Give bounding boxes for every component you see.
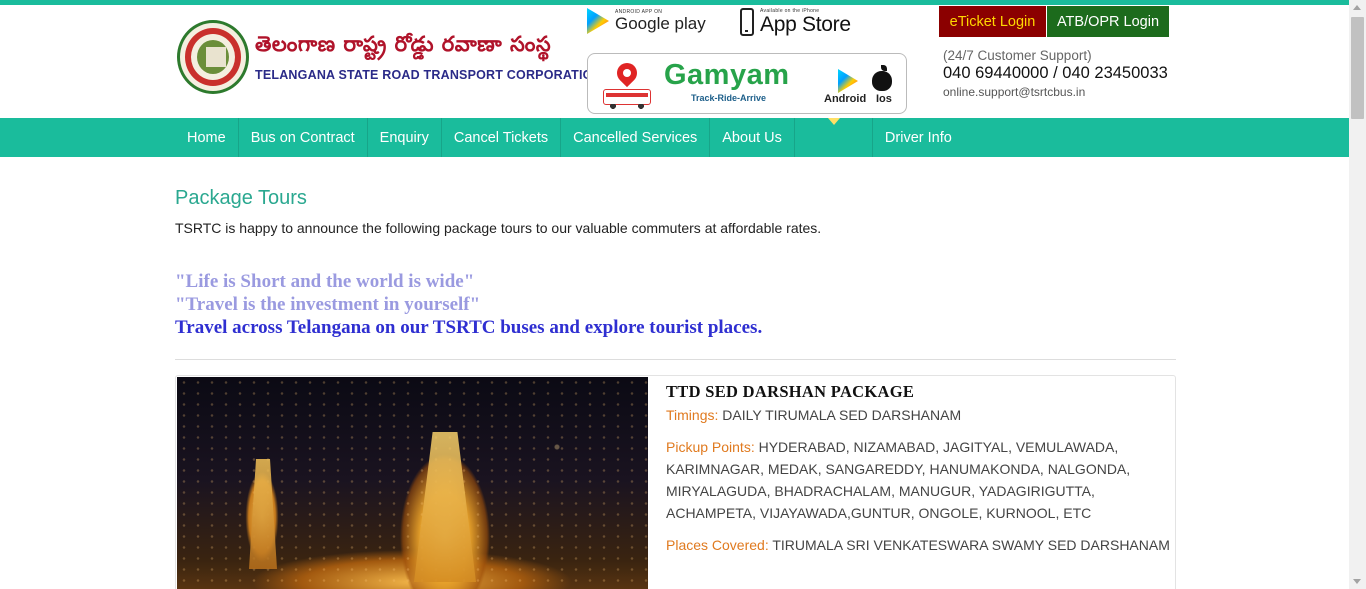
intro-text: TSRTC is happy to announce the following… <box>175 220 822 236</box>
quote-life-is-short: "Life is Short and the world is wide" <box>175 271 475 292</box>
main-nav: Home Bus on Contract Enquiry Cancel Tick… <box>0 118 1349 157</box>
customer-support: (24/7 Customer Support) 040 69440000 / 0… <box>943 48 1168 99</box>
nav-cancel-tickets[interactable]: Cancel Tickets <box>442 118 562 157</box>
eticket-login-button[interactable]: eTicket Login <box>939 6 1046 37</box>
play-store-icon <box>838 69 858 93</box>
atb-opr-login-button[interactable]: ATB/OPR Login <box>1047 6 1169 37</box>
support-label: (24/7 Customer Support) <box>943 48 1092 63</box>
vertical-scrollbar[interactable] <box>1349 0 1366 589</box>
org-name-english: TELANGANA STATE ROAD TRANSPORT CORPORATI… <box>255 68 602 82</box>
package-timings: Timings: DAILY TIRUMALA SED DARSHANAM <box>666 404 1171 426</box>
support-phones: 040 69440000 / 040 23450033 <box>943 64 1168 82</box>
places-label: Places Covered: <box>666 537 769 553</box>
scroll-up-arrow-icon[interactable] <box>1353 5 1361 10</box>
bus-icon <box>603 89 651 109</box>
tirumala-temple-photo <box>177 377 648 589</box>
nav-cancelled-services[interactable]: Cancelled Services <box>561 118 711 157</box>
timings-label: Timings: <box>666 407 719 423</box>
gamyam-android-label: Android <box>824 93 867 105</box>
nav-bus-on-contract[interactable]: Bus on Contract <box>239 118 368 157</box>
scrollbar-thumb[interactable] <box>1351 17 1364 119</box>
nav-driver-info[interactable]: Driver Info <box>873 118 964 157</box>
nav-about-us[interactable]: About Us <box>710 118 795 157</box>
top-accent-bar <box>0 0 1349 5</box>
gamyam-app-banner[interactable]: Gamyam Track-Ride-Arrive Android Ios <box>587 53 907 114</box>
google-play-label: Google play <box>615 14 706 33</box>
gamyam-ios-label: Ios <box>876 93 892 105</box>
divider <box>175 359 1176 360</box>
pickup-label: Pickup Points: <box>666 439 755 455</box>
nav-enquiry[interactable]: Enquiry <box>368 118 442 157</box>
support-email[interactable]: online.support@tsrtcbus.in <box>943 85 1168 99</box>
apple-icon <box>872 65 892 91</box>
app-store-link[interactable]: Available on the iPhone App Store <box>740 8 851 36</box>
scroll-down-arrow-icon[interactable] <box>1353 579 1361 584</box>
google-play-icon <box>587 8 609 34</box>
gamyam-tagline: Track-Ride-Arrive <box>691 93 767 103</box>
quote-travel-investment: "Travel is the investment in yourself" <box>175 294 481 315</box>
page-title: Package Tours <box>175 187 307 209</box>
org-name-telugu: తెలంగాణ రాష్ట్ర రోడ్డు రవాణా సంస్థ <box>255 32 552 56</box>
location-pin-icon <box>612 58 642 88</box>
timings-value: DAILY TIRUMALA SED DARSHANAM <box>722 407 962 423</box>
site-logo[interactable]: తెలంగాణ రాష్ట్ర రోడ్డు రవాణా సంస్థ TELAN… <box>177 20 602 94</box>
package-title: TTD SED DARSHAN PACKAGE <box>666 382 915 401</box>
app-store-label: App Store <box>760 13 851 36</box>
caret-down-icon <box>827 118 840 125</box>
nav-dropdown-item[interactable] <box>795 118 873 157</box>
nav-home[interactable]: Home <box>175 118 239 157</box>
tsrtc-seal-icon <box>177 20 249 94</box>
package-places-covered: Places Covered: TIRUMALA SRI VENKATESWAR… <box>666 534 1171 556</box>
package-pickup-points: Pickup Points: HYDERABAD, NIZAMABAD, JAG… <box>666 436 1171 524</box>
places-value: TIRUMALA SRI VENKATESWARA SWAMY SED DARS… <box>772 537 1170 553</box>
google-play-link[interactable]: ANDROID APP ON Google play <box>587 8 706 34</box>
iphone-icon <box>740 8 754 36</box>
package-card: TTD SED DARSHAN PACKAGE Timings: DAILY T… <box>175 375 1176 589</box>
gamyam-title: Gamyam <box>664 59 790 91</box>
travel-across-telangana: Travel across Telangana on our TSRTC bus… <box>175 317 763 338</box>
